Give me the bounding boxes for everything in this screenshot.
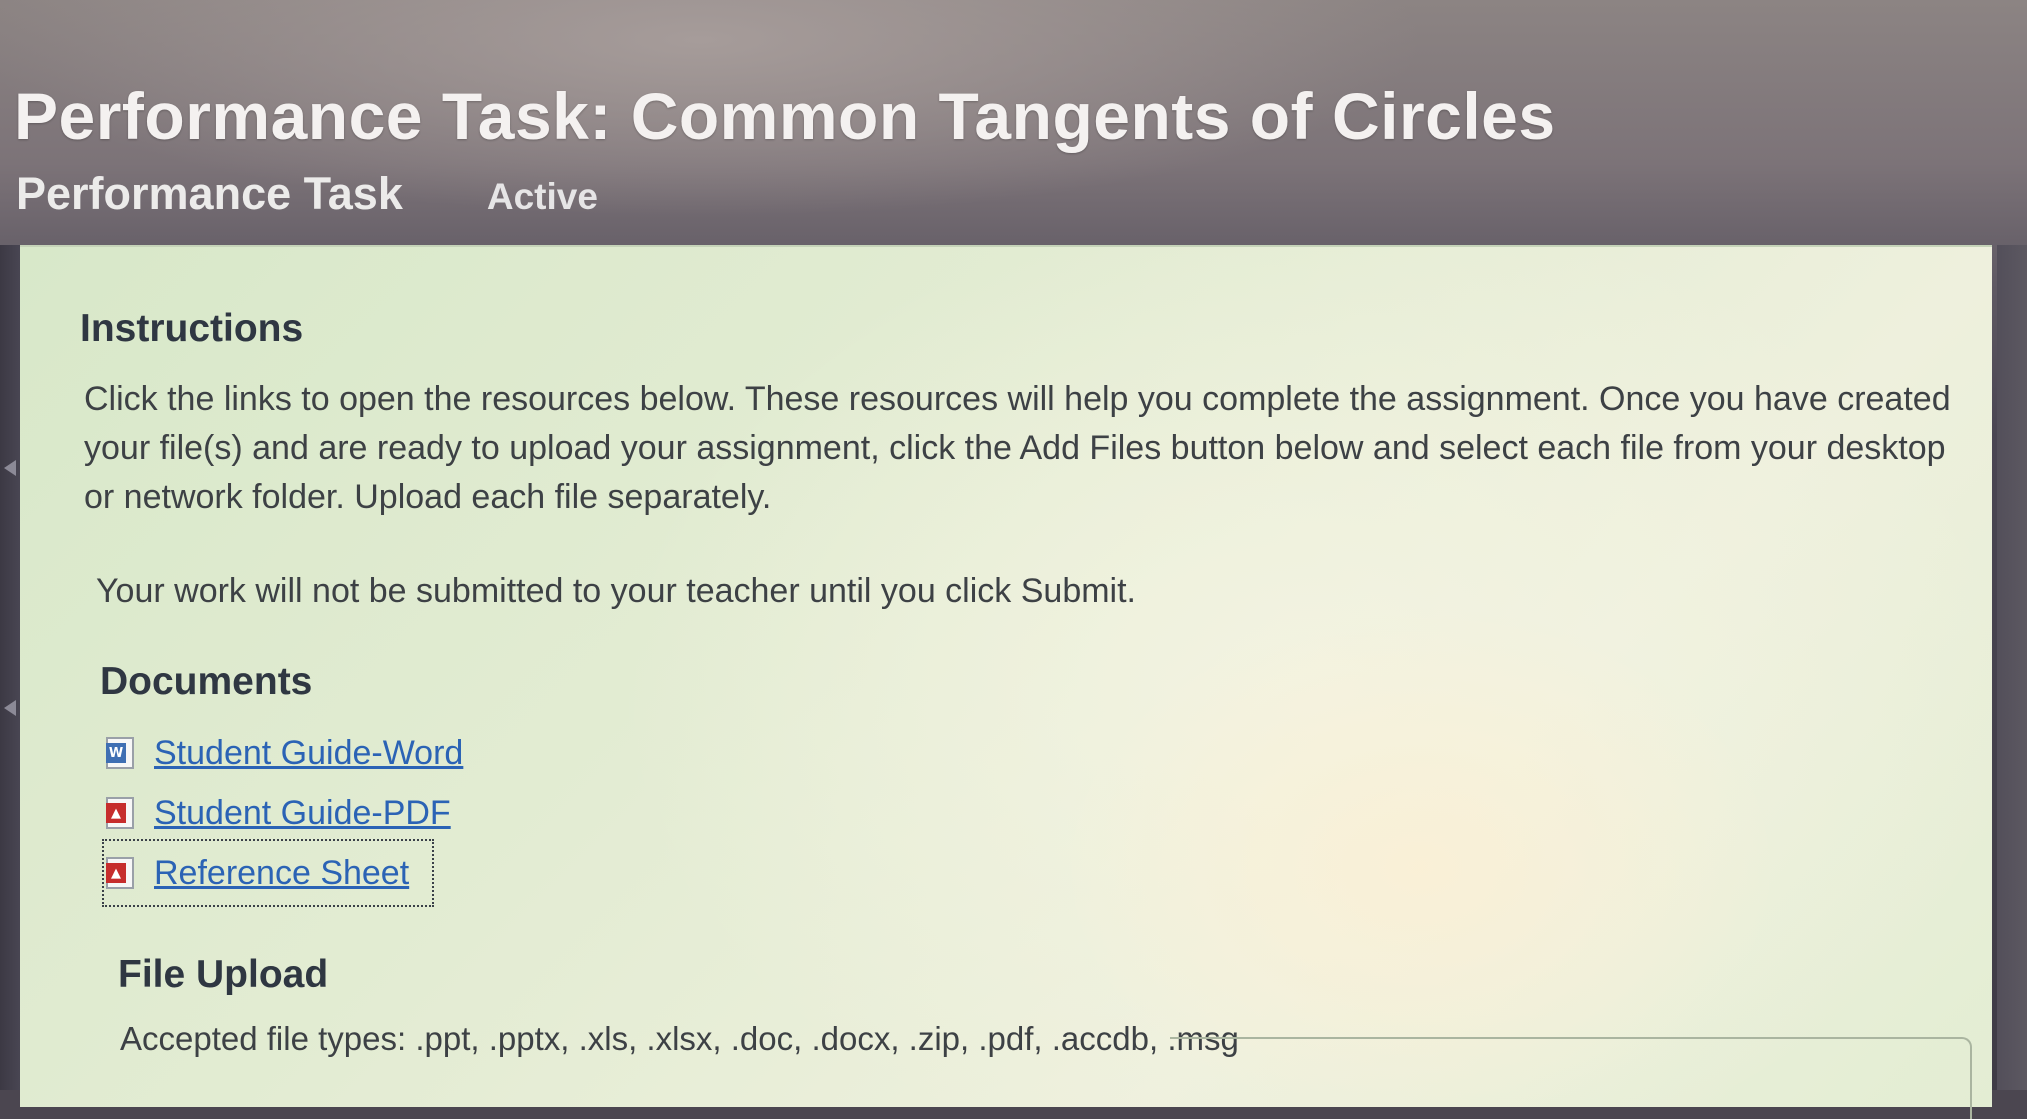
right-edge-strip — [1997, 245, 2027, 1090]
word-doc-icon: W — [106, 737, 134, 769]
file-upload-drop-zone[interactable] — [1170, 1037, 1972, 1119]
task-meta-row: Performance Task Active — [16, 168, 598, 219]
submit-note: Your work will not be submitted to your … — [96, 572, 1137, 610]
screen-background: Performance Task: Common Tangents of Cir… — [0, 0, 2027, 1119]
accepted-file-types: Accepted file types: .ppt, .pptx, .xls, … — [120, 1020, 1239, 1057]
left-nav-strip — [0, 245, 22, 1090]
document-item-student-guide-pdf[interactable]: ▲ Student Guide-PDF — [106, 783, 463, 843]
file-upload-heading: File Upload — [118, 953, 329, 996]
document-item-student-guide-word[interactable]: W Student Guide-Word — [106, 723, 463, 783]
collapse-arrow-icon[interactable] — [4, 460, 16, 476]
page-title: Performance Task: Common Tangents of Cir… — [14, 79, 1556, 153]
assignment-panel: Instructions Click the links to open the… — [20, 245, 1992, 1119]
student-guide-word-link[interactable]: Student Guide-Word — [154, 734, 463, 773]
documents-heading: Documents — [100, 660, 313, 703]
pdf-icon: ▲ — [106, 797, 134, 829]
pdf-icon: ▲ — [106, 857, 134, 889]
document-item-reference-sheet[interactable]: ▲ Reference Sheet — [102, 839, 434, 907]
instructions-text: Click the links to open the resources be… — [84, 380, 1951, 516]
instructions-heading: Instructions — [80, 307, 304, 350]
collapse-arrow-icon[interactable] — [4, 700, 16, 716]
task-type-label: Performance Task — [16, 168, 403, 219]
student-guide-pdf-link[interactable]: Student Guide-PDF — [154, 794, 451, 833]
reference-sheet-link[interactable]: Reference Sheet — [154, 854, 409, 893]
status-badge: Active — [486, 176, 598, 217]
documents-list: W Student Guide-Word ▲ Student Guide-PDF… — [102, 723, 463, 907]
